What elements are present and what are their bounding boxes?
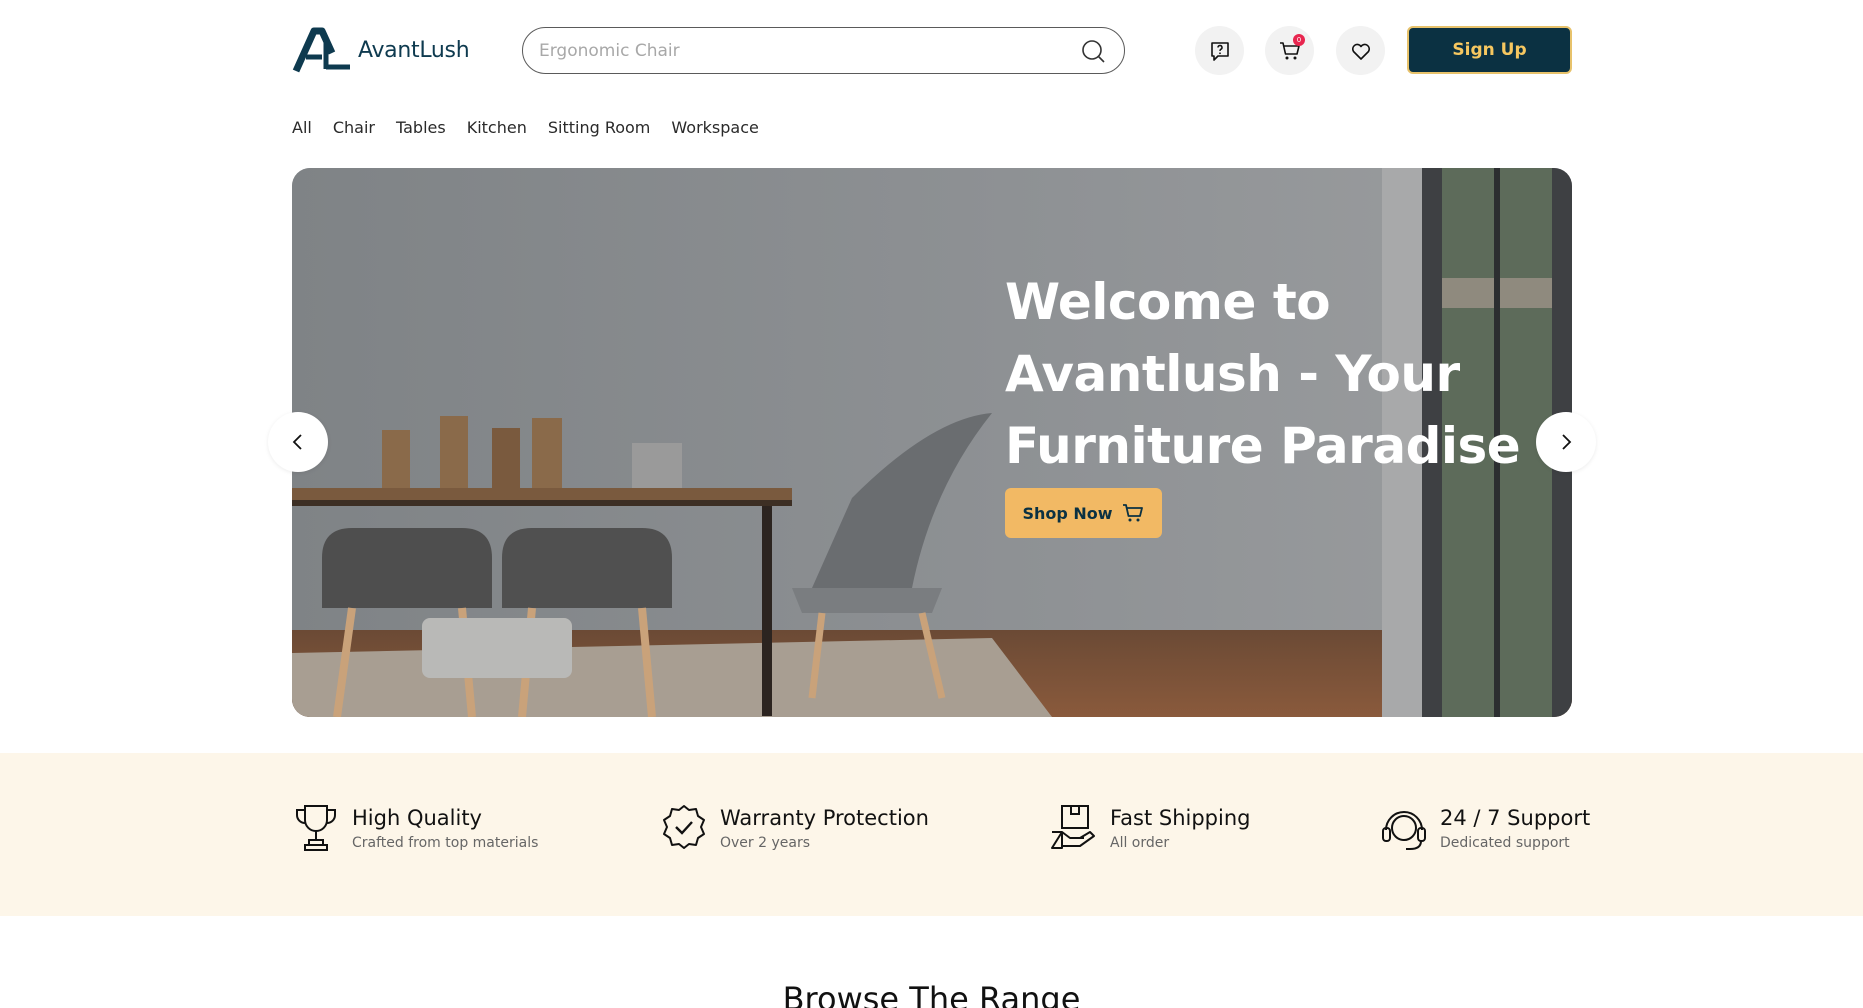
feature-subtitle: Over 2 years xyxy=(720,835,811,851)
feature-title: High Quality xyxy=(352,806,482,830)
features-strip: High Quality Crafted from top materials … xyxy=(0,753,1863,916)
headset-icon xyxy=(1382,811,1426,850)
shop-now-label: Shop Now xyxy=(1022,503,1113,523)
category-sitting-room[interactable]: Sitting Room xyxy=(548,118,651,137)
feature-subtitle: All order xyxy=(1110,835,1170,851)
feature-high-quality: High Quality Crafted from top materials xyxy=(292,802,538,854)
category-chair[interactable]: Chair xyxy=(333,118,375,137)
box-hand-icon xyxy=(1051,805,1095,849)
category-all[interactable]: All xyxy=(292,118,312,137)
chevron-left-icon xyxy=(292,434,302,450)
cart-badge: 0 xyxy=(1293,34,1305,46)
feature-support: 24 / 7 Support Dedicated support xyxy=(1380,802,1590,854)
heart-icon xyxy=(1351,43,1370,60)
search-icon[interactable] xyxy=(1080,38,1106,64)
cart-icon xyxy=(1122,504,1143,522)
carousel-prev-button[interactable] xyxy=(268,412,328,472)
logo-mark-icon xyxy=(292,27,350,73)
help-button[interactable] xyxy=(1195,26,1244,75)
feature-subtitle: Crafted from top materials xyxy=(352,835,539,851)
search-input[interactable] xyxy=(539,40,1080,61)
feature-title: Warranty Protection xyxy=(720,806,929,830)
brand-logo[interactable]: AvantLush xyxy=(292,27,470,73)
category-workspace[interactable]: Workspace xyxy=(671,118,758,137)
category-tables[interactable]: Tables xyxy=(396,118,446,137)
hero-title: Welcome to Avantlush - Your Furniture Pa… xyxy=(1005,273,1521,475)
shop-now-button[interactable]: Shop Now xyxy=(1005,488,1162,538)
search-bar[interactable] xyxy=(522,27,1125,74)
chevron-right-icon xyxy=(1562,434,1572,450)
hero-banner: Welcome to Avantlush - Your Furniture Pa… xyxy=(292,168,1572,717)
feature-subtitle: Dedicated support xyxy=(1440,835,1570,851)
badge-check-icon xyxy=(663,805,705,849)
feature-title: 24 / 7 Support xyxy=(1440,806,1591,830)
browse-range-heading: Browse The Range xyxy=(782,980,1081,1008)
feature-fast-shipping: Fast Shipping All order xyxy=(1050,802,1250,854)
feature-title: Fast Shipping xyxy=(1110,806,1251,830)
carousel-next-button[interactable] xyxy=(1536,412,1596,472)
sign-up-button[interactable]: Sign Up xyxy=(1407,26,1572,74)
cart-button[interactable]: 0 xyxy=(1265,26,1314,75)
trophy-icon xyxy=(296,805,336,851)
question-bubble-icon xyxy=(1210,41,1229,61)
wishlist-button[interactable] xyxy=(1336,26,1385,75)
feature-warranty: Warranty Protection Over 2 years xyxy=(660,802,929,854)
brand-name: AvantLush xyxy=(358,37,470,63)
header: AvantLush 0 Sign Up xyxy=(0,0,1863,100)
category-nav: All Chair Tables Kitchen Sitting Room Wo… xyxy=(292,118,759,137)
category-kitchen[interactable]: Kitchen xyxy=(467,118,527,137)
